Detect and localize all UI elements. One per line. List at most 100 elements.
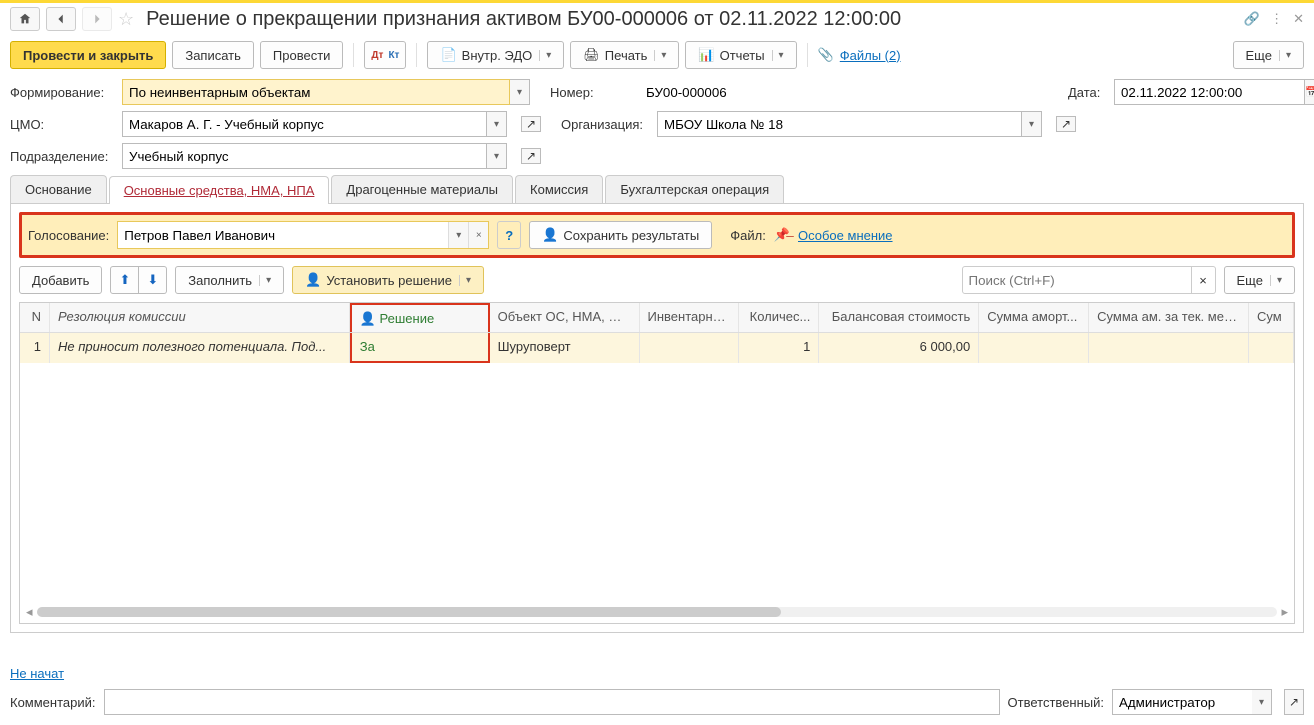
forming-dropdown-icon[interactable]: ▾ xyxy=(510,79,530,105)
col-resolution[interactable]: Резолюция комиссии xyxy=(50,303,350,332)
tab-fixed-assets[interactable]: Основные средства, НМА, НПА xyxy=(109,176,330,204)
post-button[interactable]: Провести xyxy=(260,41,344,69)
reports-button[interactable]: 📊 Отчеты▾ xyxy=(685,41,796,69)
star-icon[interactable]: ☆ xyxy=(118,9,134,30)
edo-button[interactable]: 📄 Внутр. ЭДО▾ xyxy=(427,41,564,69)
forward-button[interactable] xyxy=(82,7,112,31)
page-title: Решение о прекращении признания активом … xyxy=(146,8,1238,31)
comment-input[interactable] xyxy=(104,689,1000,715)
grid-search-input[interactable] xyxy=(962,266,1192,294)
person-icon: 👤 xyxy=(305,272,321,288)
save-button[interactable]: Записать xyxy=(172,41,254,69)
dept-input[interactable] xyxy=(122,143,487,169)
tab-commission[interactable]: Комиссия xyxy=(515,175,603,203)
col-n[interactable]: N xyxy=(20,303,50,332)
set-decision-button[interactable]: 👤 Установить решение▾ xyxy=(292,266,484,294)
fill-button[interactable]: Заполнить▾ xyxy=(175,266,284,294)
responsible-label: Ответственный: xyxy=(1008,695,1104,710)
cell-decision: За xyxy=(350,333,490,363)
cmo-label: ЦМО: xyxy=(10,117,112,132)
tab-basis[interactable]: Основание xyxy=(10,175,107,203)
cell-inventory xyxy=(640,333,740,363)
responsible-input[interactable] xyxy=(1112,689,1252,715)
forming-label: Формирование: xyxy=(10,85,112,100)
col-amort-cur[interactable]: Сумма ам. за тек. мес... xyxy=(1089,303,1249,332)
tab-body: Голосование: ▾ × ? 👤 Сохранить результат… xyxy=(10,203,1304,633)
voting-panel: Голосование: ▾ × ? 👤 Сохранить результат… xyxy=(19,212,1295,258)
horizontal-scrollbar[interactable]: ◂ ▸ xyxy=(26,605,1288,619)
col-qty[interactable]: Количес... xyxy=(739,303,819,332)
number-input[interactable] xyxy=(640,79,1058,105)
home-button[interactable] xyxy=(10,7,40,31)
person-icon: 👤 xyxy=(360,311,376,326)
cmo-dropdown-icon[interactable]: ▾ xyxy=(487,111,507,137)
move-up-button[interactable]: ⬆ xyxy=(110,266,139,294)
dtkt-button[interactable]: ДтКт xyxy=(364,41,406,69)
grid-toolbar: Добавить ⬆ ⬇ Заполнить▾ 👤 Установить реш… xyxy=(19,266,1295,294)
col-balance[interactable]: Балансовая стоимость xyxy=(819,303,979,332)
print-button[interactable]: 🖨 Печать▾ xyxy=(570,41,679,69)
forming-input[interactable] xyxy=(122,79,510,105)
col-sum[interactable]: Сум xyxy=(1249,303,1294,332)
attach-icon[interactable]: 📎 xyxy=(818,47,834,63)
not-started-link[interactable]: Не начат xyxy=(10,666,64,681)
cell-sum xyxy=(1249,333,1294,363)
date-input[interactable] xyxy=(1114,79,1305,105)
cell-n: 1 xyxy=(20,333,50,363)
doc-icon: 📄 xyxy=(440,47,456,63)
post-and-close-button[interactable]: Провести и закрыть xyxy=(10,41,166,69)
person-icon: 👤 xyxy=(542,227,558,243)
voting-clear-icon[interactable]: × xyxy=(468,222,488,248)
move-down-button[interactable]: ⬇ xyxy=(139,266,167,294)
main-toolbar: Провести и закрыть Записать Провести ДтК… xyxy=(0,37,1314,79)
grid-more-button[interactable]: Еще▾ xyxy=(1224,266,1295,294)
cell-qty: 1 xyxy=(739,333,819,363)
col-object[interactable]: Объект ОС, НМА, НПА xyxy=(490,303,640,332)
table-row[interactable]: 1 Не приносит полезного потенциала. Под.… xyxy=(20,333,1294,363)
print-icon: 🖨 xyxy=(583,47,600,63)
title-bar: ☆ Решение о прекращении признания активо… xyxy=(0,0,1314,37)
back-button[interactable] xyxy=(46,7,76,31)
grid-header-row: N Резолюция комиссии 👤 Решение Объект ОС… xyxy=(20,303,1294,333)
dept-label: Подразделение: xyxy=(10,149,112,164)
tab-bar: Основание Основные средства, НМА, НПА Др… xyxy=(0,169,1314,203)
help-button[interactable]: ? xyxy=(497,221,521,249)
col-inventory[interactable]: Инвентарны... xyxy=(640,303,740,332)
chart-icon: 📊 xyxy=(698,47,714,63)
files-link[interactable]: Файлы (2) xyxy=(840,48,901,63)
number-label: Номер: xyxy=(550,85,630,100)
responsible-dropdown-icon[interactable]: ▾ xyxy=(1252,689,1272,715)
cmo-open-icon[interactable]: ↗ xyxy=(521,116,541,132)
org-open-icon[interactable]: ↗ xyxy=(1056,116,1076,132)
cell-object: Шуруповерт xyxy=(490,333,640,363)
data-grid: N Резолюция комиссии 👤 Решение Объект ОС… xyxy=(19,302,1295,624)
cell-amort xyxy=(979,333,1089,363)
cmo-input[interactable] xyxy=(122,111,487,137)
voting-person-input[interactable] xyxy=(118,223,448,247)
dept-open-icon[interactable]: ↗ xyxy=(521,148,541,164)
voting-dropdown-icon[interactable]: ▾ xyxy=(448,222,468,248)
calendar-icon[interactable]: 📅 xyxy=(1305,79,1314,105)
col-decision[interactable]: 👤 Решение xyxy=(350,303,490,332)
link-icon[interactable]: 🔗 xyxy=(1244,11,1260,27)
add-button[interactable]: Добавить xyxy=(19,266,102,294)
file-label: Файл: xyxy=(730,228,766,243)
pin-crossed-icon[interactable]: 📌̶ xyxy=(774,227,790,243)
col-amort[interactable]: Сумма аморт... xyxy=(979,303,1089,332)
date-label: Дата: xyxy=(1068,85,1104,100)
responsible-open-icon[interactable]: ↗ xyxy=(1284,689,1304,715)
voting-label: Голосование: xyxy=(28,228,109,243)
close-icon[interactable]: ✕ xyxy=(1293,11,1304,27)
footer: Не начат Комментарий: Ответственный: ▾ ↗ xyxy=(0,660,1314,725)
save-results-button[interactable]: 👤 Сохранить результаты xyxy=(529,221,712,249)
opinion-link[interactable]: Особое мнение xyxy=(798,228,893,243)
search-clear-icon[interactable]: × xyxy=(1192,266,1216,294)
org-label: Организация: xyxy=(561,117,647,132)
kebab-icon[interactable]: ⋮ xyxy=(1270,11,1283,27)
tab-accounting-operation[interactable]: Бухгалтерская операция xyxy=(605,175,784,203)
org-dropdown-icon[interactable]: ▾ xyxy=(1022,111,1042,137)
dept-dropdown-icon[interactable]: ▾ xyxy=(487,143,507,169)
org-input[interactable] xyxy=(657,111,1022,137)
more-button[interactable]: Еще▾ xyxy=(1233,41,1304,69)
tab-precious-materials[interactable]: Драгоценные материалы xyxy=(331,175,513,203)
